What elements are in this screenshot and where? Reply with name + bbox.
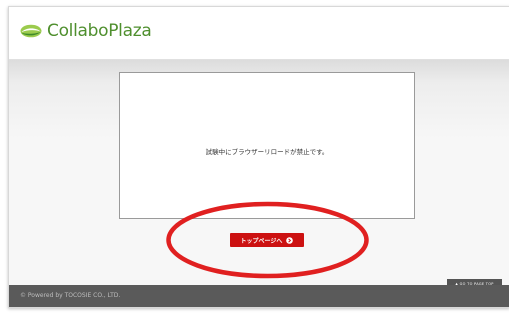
page: CollaboPlaza 試験中にブラウザーリロードが禁止です。 トップページへ — [0, 0, 509, 314]
top-page-button[interactable]: トップページへ — [230, 233, 304, 247]
copyright-text: © Powered by TOCOSIE CO., LTD. — [20, 292, 121, 299]
message-box: 試験中にブラウザーリロードが禁止です。 — [119, 72, 415, 219]
message-text: 試験中にブラウザーリロードが禁止です。 — [205, 148, 329, 156]
arrow-circle-icon — [286, 236, 294, 244]
logo[interactable]: CollaboPlaza — [20, 21, 152, 41]
header: CollaboPlaza — [9, 7, 509, 60]
top-page-button-label: トップページへ — [240, 237, 283, 245]
collaboplaza-leaf-icon — [20, 24, 42, 38]
footer: © Powered by TOCOSIE CO., LTD. — [9, 285, 509, 307]
logo-text: CollaboPlaza — [47, 21, 152, 41]
main-content: 試験中にブラウザーリロードが禁止です。 トップページへ ▲ GO TO PAGE… — [9, 60, 509, 288]
browser-frame: CollaboPlaza 試験中にブラウザーリロードが禁止です。 トップページへ — [8, 6, 509, 308]
